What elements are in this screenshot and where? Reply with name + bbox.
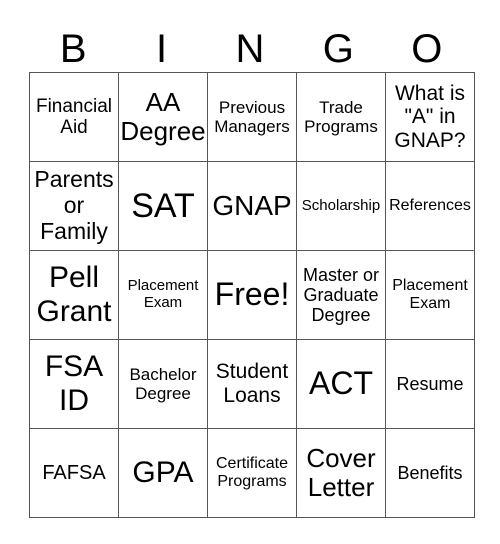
header-letter-i: I bbox=[156, 27, 168, 71]
bingo-cell[interactable]: Financial Aid bbox=[29, 72, 119, 162]
bingo-cell[interactable]: Trade Programs bbox=[296, 72, 386, 162]
bingo-card: Financial Aid AA Degree Previous Manager… bbox=[29, 72, 475, 518]
bingo-cell[interactable]: ACT bbox=[296, 339, 386, 429]
bingo-cell[interactable]: Student Loans bbox=[207, 339, 297, 429]
bingo-cell[interactable]: Bachelor Degree bbox=[118, 339, 208, 429]
bingo-cell[interactable]: Resume bbox=[385, 339, 475, 429]
bingo-cell[interactable]: Benefits bbox=[385, 428, 475, 518]
bingo-cell[interactable]: Cover Letter bbox=[296, 428, 386, 518]
bingo-cell[interactable]: Scholarship bbox=[296, 161, 386, 251]
header-letter-b: B bbox=[59, 27, 87, 71]
header-letter-n: N bbox=[235, 27, 265, 71]
bingo-cell[interactable]: Parents or Family bbox=[29, 161, 119, 251]
bingo-cell[interactable]: Placement Exam bbox=[118, 250, 208, 340]
bingo-cell[interactable]: Pell Grant bbox=[29, 250, 119, 340]
bingo-cell[interactable]: What is "A" in GNAP? bbox=[385, 72, 475, 162]
bingo-header: B I N G O bbox=[29, 26, 471, 72]
bingo-cell[interactable]: FAFSA bbox=[29, 428, 119, 518]
bingo-cell[interactable]: SAT bbox=[118, 161, 208, 251]
bingo-cell[interactable]: FSA ID bbox=[29, 339, 119, 429]
bingo-cell[interactable]: Master or Graduate Degree bbox=[296, 250, 386, 340]
bingo-cell[interactable]: Previous Managers bbox=[207, 72, 297, 162]
bingo-row: FSA ID Bachelor Degree Student Loans ACT… bbox=[29, 339, 475, 429]
bingo-row: Pell Grant Placement Exam Free! Master o… bbox=[29, 250, 475, 340]
bingo-cell[interactable]: GNAP bbox=[207, 161, 297, 251]
bingo-row: Financial Aid AA Degree Previous Manager… bbox=[29, 72, 475, 162]
bingo-cell[interactable]: Certificate Programs bbox=[207, 428, 297, 518]
header-letter-g: G bbox=[322, 27, 354, 71]
header-letter-o: O bbox=[411, 27, 443, 71]
bingo-row: Parents or Family SAT GNAP Scholarship R… bbox=[29, 161, 475, 251]
bingo-cell[interactable]: Placement Exam bbox=[385, 250, 475, 340]
bingo-row: FAFSA GPA Certificate Programs Cover Let… bbox=[29, 428, 475, 518]
bingo-cell[interactable]: GPA bbox=[118, 428, 208, 518]
bingo-cell[interactable]: References bbox=[385, 161, 475, 251]
bingo-cell[interactable]: AA Degree bbox=[118, 72, 208, 162]
bingo-cell free-space[interactable]: Free! bbox=[207, 250, 297, 340]
